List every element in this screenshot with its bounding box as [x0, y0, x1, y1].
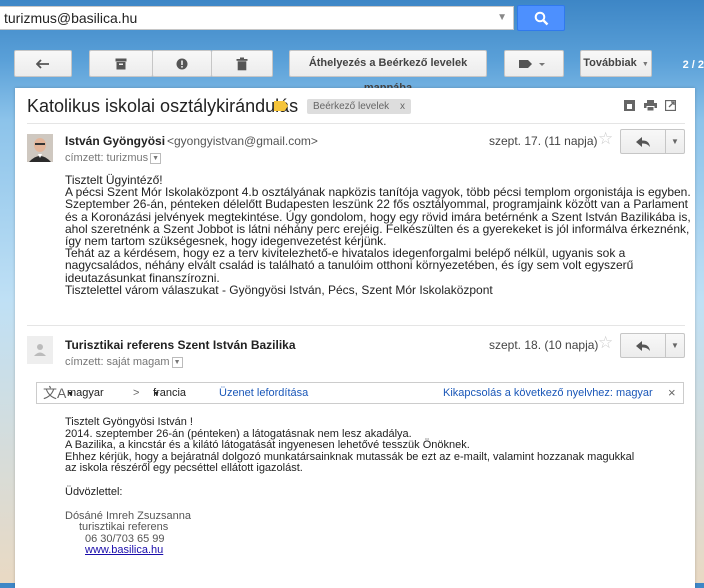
reply-icon [636, 341, 650, 351]
inbox-label-text: Beérkező levelek [313, 101, 390, 112]
sender-avatar-placeholder[interactable] [27, 336, 53, 364]
close-icon[interactable]: × [668, 383, 676, 403]
pager-count: 2 / 2 [682, 59, 704, 71]
more-actions-label: Továbbiak [583, 57, 637, 69]
trash-icon [236, 57, 248, 70]
search-input[interactable]: turizmus@basilica.hu ▼ [0, 6, 514, 30]
message1-body: Tisztelt Ügyintéző! A pécsi Szent Mór Is… [65, 174, 691, 297]
search-button[interactable] [517, 5, 565, 31]
target-language-label: francia [153, 387, 187, 399]
back-button[interactable] [14, 50, 72, 77]
archive-icon [115, 58, 127, 69]
reply-icon [636, 137, 650, 147]
search-icon [534, 11, 549, 26]
move-to-inbox-button[interactable]: Áthelyezés a Beérkező levelek mappába [289, 50, 487, 94]
print-icon[interactable] [644, 100, 657, 111]
message1-sender[interactable]: István Gyöngyösi [65, 134, 165, 148]
message1-email: <gyongyistvan@gmail.com> [167, 134, 318, 148]
spam-icon [176, 58, 188, 69]
message-panel: Katolikus iskolai osztálykirándulás Beér… [15, 88, 695, 588]
message2-line: Tisztelt Gyöngyösi István ! [65, 416, 193, 428]
labels-button[interactable] [504, 50, 564, 77]
thread-subject: Katolikus iskolai osztálykirándulás [27, 96, 299, 116]
remove-label-icon[interactable]: x [400, 101, 405, 112]
message-more-button[interactable]: ▼ [666, 129, 685, 154]
show-details-icon[interactable]: ▼ [171, 356, 183, 368]
translate-arrow: > [133, 387, 140, 399]
new-window-icon[interactable] [665, 100, 676, 111]
target-language-select[interactable]: francia ▼ [153, 383, 186, 405]
message2-recipient-text: címzett: saját magam [65, 356, 170, 368]
top-bar: turizmus@basilica.hu ▼ [0, 0, 704, 40]
disable-translation-link[interactable]: Kikapcsolás a következő nyelvhez: magyar [443, 383, 653, 403]
more-actions-button[interactable]: Továbbiak ▼ [580, 50, 652, 77]
translate-message-link[interactable]: Üzenet lefordítása [219, 383, 308, 403]
message2-line: az iskola részéről egy pecséttel ellátot… [65, 462, 303, 475]
message2-date: szept. 18. (10 napja) [489, 338, 599, 352]
chevron-down-icon: ▼ [671, 137, 679, 146]
back-arrow-icon [36, 58, 49, 69]
message1-line: Tisztelettel várom válaszukat - Gyöngyös… [65, 282, 493, 297]
reply-button[interactable] [620, 129, 666, 154]
report-spam-button[interactable] [152, 50, 212, 77]
message1-line: nagycsaládos, néhány elvált család is ta… [65, 258, 634, 273]
divider [27, 123, 685, 124]
star-icon[interactable]: ☆ [598, 333, 613, 353]
message-more-button[interactable]: ▼ [666, 333, 685, 358]
tag-icon [519, 59, 545, 68]
archive-button[interactable] [89, 50, 153, 77]
message1-recipient-text: címzett: turizmus [65, 152, 149, 164]
search-input-value: turizmus@basilica.hu [4, 10, 138, 26]
divider [27, 325, 685, 326]
signature-website-link[interactable]: www.basilica.hu [85, 544, 163, 557]
expand-all-icon[interactable] [624, 100, 635, 111]
message2-recipient: címzett: saját magam ▼ [65, 356, 183, 368]
message2-closing: Üdvözlettel: [65, 485, 123, 498]
avatar-portrait-icon [27, 134, 53, 162]
translate-icon: 文A [43, 385, 67, 401]
message1-line: ideutazásunkat finanszírozni. [65, 270, 220, 285]
message1-line: és a Koronázási jelvények megtekintése. … [65, 209, 691, 224]
sender-avatar-photo[interactable] [27, 134, 53, 162]
inbox-label-chip[interactable]: Beérkező levelek x [307, 99, 411, 114]
source-language-select[interactable]: magyar ▼ [67, 383, 104, 405]
message2-sender[interactable]: Turisztikai referens Szent István Bazili… [65, 338, 296, 352]
search-options-icon[interactable]: ▼ [497, 7, 507, 29]
default-avatar-icon [27, 336, 53, 364]
message1-recipient: címzett: turizmus ▼ [65, 152, 162, 164]
source-language-label: magyar [67, 387, 104, 399]
delete-button[interactable] [211, 50, 273, 77]
chevron-down-icon: ▼ [671, 341, 679, 350]
reply-button[interactable] [620, 333, 666, 358]
chevron-down-icon: ▼ [641, 61, 649, 68]
message1-line: Szeptember 26-án, pénteken délelőtt Buda… [65, 197, 689, 212]
signature-title: turisztikai referens [79, 521, 169, 534]
message1-date: szept. 17. (11 napja) [489, 134, 598, 148]
message2-body: Tisztelt Gyöngyösi István ! 2014. szepte… [65, 416, 685, 557]
translate-bar: 文A magyar ▼ > francia ▼ Üzenet lefordítá… [36, 382, 684, 404]
show-details-icon[interactable]: ▼ [150, 152, 162, 164]
toolbar: Áthelyezés a Beérkező levelek mappába To… [0, 48, 704, 94]
star-icon[interactable]: ☆ [598, 129, 613, 149]
